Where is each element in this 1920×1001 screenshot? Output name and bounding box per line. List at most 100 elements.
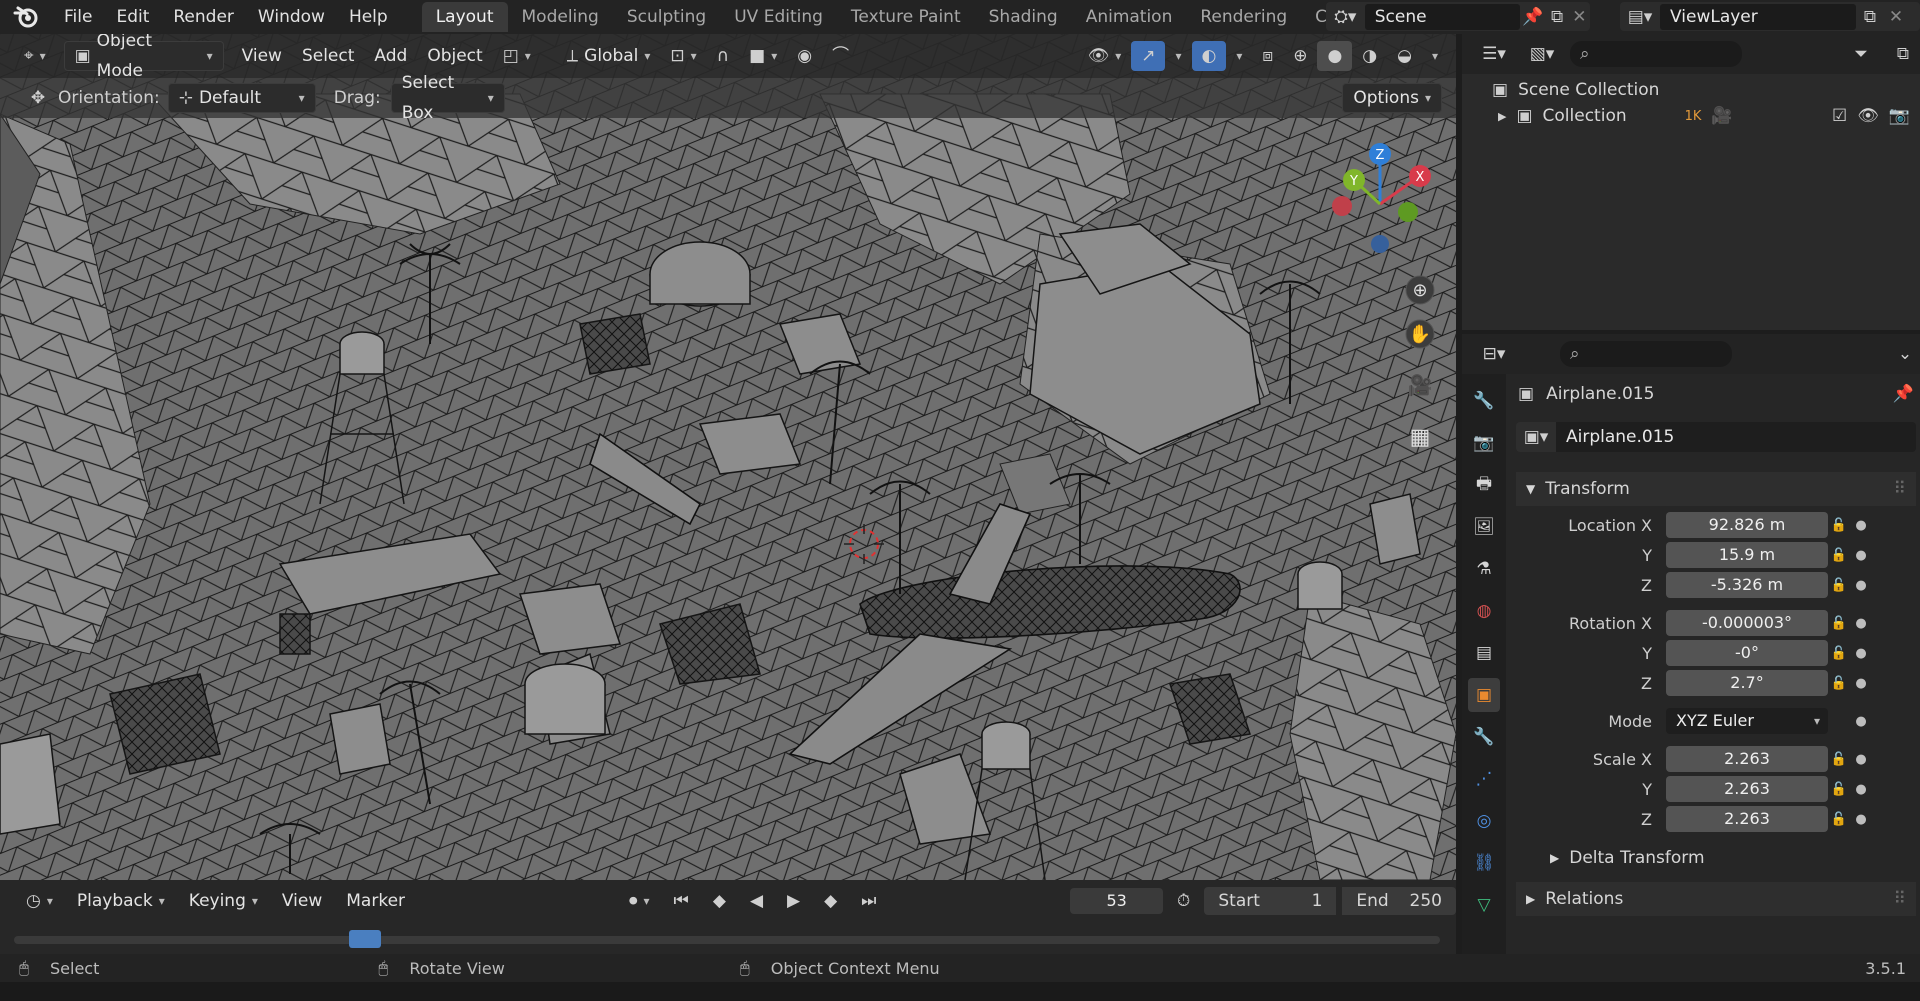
editor-type-button[interactable]: ⌖ ▾: [14, 41, 56, 71]
keyframe-dot-icon[interactable]: ●: [1850, 752, 1872, 767]
keyframe-dot-icon[interactable]: ●: [1850, 578, 1872, 593]
world-tab-icon[interactable]: ◍: [1468, 594, 1500, 628]
keyframe-dot-icon[interactable]: ●: [1850, 676, 1872, 691]
pivot-point-dropdown[interactable]: ⊡ ▾: [660, 41, 706, 71]
object-menu[interactable]: Object: [417, 41, 492, 71]
constraints-tab-icon[interactable]: ⛓: [1468, 846, 1500, 880]
close-icon[interactable]: ✕: [1569, 7, 1590, 27]
keyframe-dot-icon[interactable]: ●: [1850, 812, 1872, 827]
tab-texture-paint[interactable]: Texture Paint: [837, 2, 975, 32]
location-z-field[interactable]: -5.326 m: [1666, 572, 1828, 598]
orientation-dropdown[interactable]: ⟂ Global ▾: [557, 41, 661, 71]
render-camera-icon[interactable]: 📷: [1889, 106, 1910, 126]
lock-icon[interactable]: 🔓: [1828, 676, 1850, 691]
outliner-search-input[interactable]: ⌕: [1570, 41, 1742, 67]
display-mode-icon[interactable]: ▧▾: [1522, 44, 1562, 64]
tab-animation[interactable]: Animation: [1072, 2, 1187, 32]
keyframe-dot-icon[interactable]: ●: [1850, 782, 1872, 797]
tool-tab-icon[interactable]: 🔧: [1468, 384, 1500, 418]
stopwatch-icon[interactable]: ⏱: [1167, 891, 1201, 911]
tab-uv-editing[interactable]: UV Editing: [720, 2, 837, 32]
lock-icon[interactable]: 🔓: [1828, 752, 1850, 767]
object-tab-icon[interactable]: ▣: [1468, 678, 1500, 712]
scale-z-field[interactable]: 2.263: [1666, 806, 1828, 832]
options-dropdown[interactable]: Options ▾: [1342, 83, 1442, 113]
next-keyframe-button[interactable]: ◆: [814, 886, 847, 916]
outliner-editor-icon[interactable]: ☰▾: [1474, 44, 1514, 64]
play-button[interactable]: ▶: [777, 886, 810, 916]
menu-edit[interactable]: Edit: [104, 0, 161, 34]
playhead-indicator[interactable]: [349, 930, 381, 948]
chevron-down-icon[interactable]: ⌄: [1890, 344, 1920, 364]
menu-file[interactable]: File: [52, 0, 104, 34]
location-y-field[interactable]: 15.9 m: [1666, 542, 1828, 568]
shading-dropdown[interactable]: ▾: [1422, 41, 1448, 71]
menu-help[interactable]: Help: [337, 0, 400, 34]
delta-transform-header[interactable]: ▶ Delta Transform: [1550, 848, 1705, 868]
overlay-dropdown[interactable]: ▾: [1226, 41, 1252, 71]
timeline-scrubber[interactable]: [14, 936, 1440, 944]
playback-menu[interactable]: Playback ▾: [67, 886, 175, 916]
jump-start-button[interactable]: ⏮: [664, 886, 699, 916]
tree-collection[interactable]: ▶ ▣ Collection 1K 🎥 ☑ 👁 📷: [1498, 106, 1916, 126]
menu-window[interactable]: Window: [246, 0, 337, 34]
overlay-toggle[interactable]: ◐: [1191, 41, 1227, 71]
shading-material[interactable]: ◑: [1352, 41, 1387, 71]
select-menu[interactable]: Select: [292, 41, 364, 71]
output-tab-icon[interactable]: 🖶: [1468, 468, 1500, 502]
new-collection-icon[interactable]: ⧉: [1886, 44, 1920, 64]
rotation-y-field[interactable]: -0°: [1666, 640, 1828, 666]
play-reverse-button[interactable]: ◀: [740, 886, 773, 916]
pivot-dropdown[interactable]: ◰ ▾: [493, 41, 541, 71]
keyframe-dot-icon[interactable]: ●: [1850, 714, 1872, 729]
rotation-mode-dropdown[interactable]: XYZ Euler ▾: [1666, 708, 1828, 734]
view-layer-tab-icon[interactable]: 🖼: [1468, 510, 1500, 544]
3d-viewport[interactable]: ⌖ ▾ ▣ Object Mode ▾ View Select Add Object…: [0, 34, 1456, 880]
rotation-z-field[interactable]: 2.7°: [1666, 670, 1828, 696]
render-tab-icon[interactable]: 📷: [1468, 426, 1500, 460]
properties-search-input[interactable]: ⌕: [1560, 341, 1732, 367]
gizmo-dropdown[interactable]: ▾: [1165, 41, 1191, 71]
timeline-editor-icon[interactable]: ◷ ▾: [16, 886, 63, 916]
snap-target-dropdown[interactable]: ■ ▾: [739, 41, 787, 71]
view-menu[interactable]: View: [232, 41, 292, 71]
checkbox-icon[interactable]: ☑: [1832, 106, 1847, 126]
lock-icon[interactable]: 🔓: [1828, 646, 1850, 661]
shading-solid[interactable]: ●: [1317, 41, 1353, 71]
lock-icon[interactable]: 🔓: [1828, 812, 1850, 827]
properties-editor-icon[interactable]: ⊟▾: [1474, 344, 1514, 364]
keyframe-dot-icon[interactable]: ●: [1850, 646, 1872, 661]
wireframe-scene[interactable]: [0, 34, 1456, 880]
collection-tab-icon[interactable]: ▤: [1468, 636, 1500, 670]
tree-scene-collection[interactable]: ▣ Scene Collection: [1492, 80, 1659, 100]
object-browse-icon[interactable]: ▣▾: [1516, 422, 1556, 452]
current-frame-field[interactable]: 53: [1070, 888, 1163, 914]
lock-icon[interactable]: 🔓: [1828, 518, 1850, 533]
rotation-x-field[interactable]: -0.000003°: [1666, 610, 1828, 636]
keyframe-dot-icon[interactable]: ●: [1850, 548, 1872, 563]
marker-menu[interactable]: Marker: [336, 886, 415, 916]
end-frame-field[interactable]: End 250: [1342, 887, 1456, 915]
gizmo-toggle[interactable]: ↗: [1131, 41, 1166, 71]
viewlayer-selector[interactable]: ▤▾ ViewLayer ⧉ ✕: [1620, 2, 1920, 31]
proportional-edit-toggle[interactable]: ◉: [787, 41, 822, 71]
start-frame-field[interactable]: Start 1: [1204, 887, 1337, 915]
filter-icon[interactable]: ⏷: [1844, 44, 1878, 64]
tab-sculpting[interactable]: Sculpting: [613, 2, 720, 32]
blender-logo-icon[interactable]: [0, 0, 52, 34]
scale-x-field[interactable]: 2.263: [1666, 746, 1828, 772]
tab-modeling[interactable]: Modeling: [508, 2, 613, 32]
prev-keyframe-button[interactable]: ◆: [703, 886, 736, 916]
pin-icon[interactable]: 📌: [1520, 7, 1545, 27]
new-viewlayer-icon[interactable]: ⧉: [1856, 7, 1884, 27]
data-tab-icon[interactable]: ▽: [1468, 888, 1500, 922]
keying-menu[interactable]: Keying ▾: [179, 886, 268, 916]
visibility-dropdown[interactable]: 👁 ▾: [1078, 41, 1132, 71]
add-menu[interactable]: Add: [364, 41, 417, 71]
physics-tab-icon[interactable]: ◎: [1468, 804, 1500, 838]
record-button[interactable]: ⏺ ▾: [619, 886, 660, 916]
scene-name-field[interactable]: Scene: [1364, 3, 1521, 30]
drag-handle-icon[interactable]: ⠿: [1894, 479, 1906, 499]
xray-toggle[interactable]: ⧈: [1252, 41, 1283, 71]
tab-layout[interactable]: Layout: [421, 2, 508, 32]
